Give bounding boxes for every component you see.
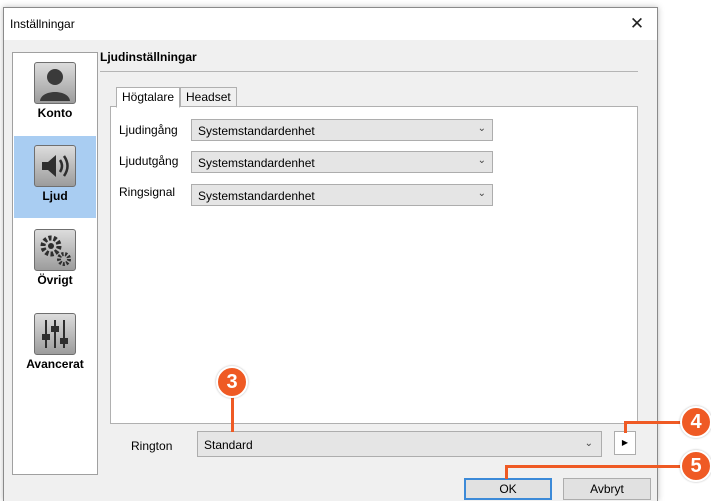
sidebar-item-avancerat[interactable]: Avancerat (14, 304, 96, 386)
cancel-button[interactable]: Avbryt (563, 478, 651, 500)
callout-4-badge: 4 (680, 406, 711, 438)
field-label-ljudutgang: Ljudutgång (119, 154, 179, 168)
sidebar-item-label: Konto (37, 106, 73, 120)
ringtone-select[interactable]: Standard ⌄ (197, 431, 602, 457)
tab-headset[interactable]: Headset (180, 87, 237, 107)
sliders-icon (34, 313, 76, 355)
sidebar-item-label: Avancerat (26, 357, 84, 371)
play-ringtone-button[interactable]: ▶ (614, 431, 636, 455)
chevron-down-icon: ⌄ (477, 123, 486, 134)
ringtone-label: Rington (131, 439, 173, 453)
sidebar-item-konto[interactable]: Konto (14, 53, 96, 135)
sidebar-item-ljud[interactable]: Ljud (14, 136, 96, 218)
chevron-down-icon: ⌄ (584, 438, 593, 449)
gears-icon (34, 229, 76, 271)
ok-button[interactable]: OK (464, 478, 552, 500)
sidebar-item-ovrigt[interactable]: Övrigt (14, 220, 96, 302)
person-icon (34, 62, 76, 104)
tab-hogtalare[interactable]: Högtalare (116, 87, 181, 108)
field-label-ljudingang: Ljudingång (119, 123, 178, 137)
ringsignal-select[interactable]: Systemstandardenhet ⌄ (191, 184, 493, 206)
select-value: Standard (204, 438, 253, 452)
select-value: Systemstandardenhet (198, 124, 315, 138)
field-label-ringsignal: Ringsignal (119, 185, 176, 199)
window-title: Inställningar (10, 17, 75, 31)
section-divider (100, 71, 638, 72)
category-sidebar: Konto Ljud Övrigt Avancerat (12, 52, 98, 475)
play-icon: ▶ (621, 438, 629, 447)
ljudingang-select[interactable]: Systemstandardenhet ⌄ (191, 119, 493, 141)
callout-3-badge: 3 (216, 366, 248, 398)
section-title: Ljudinställningar (100, 50, 197, 64)
select-value: Systemstandardenhet (198, 156, 315, 170)
sidebar-item-label: Ljud (42, 189, 68, 203)
ljudutgang-select[interactable]: Systemstandardenhet ⌄ (191, 151, 493, 173)
chevron-down-icon: ⌄ (477, 155, 486, 166)
title-bar: Inställningar ✕ (4, 8, 657, 40)
callout-5-leader-horizontal (505, 465, 685, 468)
select-value: Systemstandardenhet (198, 189, 315, 203)
callout-4-leader-horizontal (624, 421, 684, 424)
sidebar-item-label: Övrigt (37, 273, 73, 287)
close-button[interactable]: ✕ (617, 8, 657, 40)
speaker-icon (34, 145, 76, 187)
callout-5-badge: 5 (680, 450, 711, 482)
chevron-down-icon: ⌄ (477, 188, 486, 199)
